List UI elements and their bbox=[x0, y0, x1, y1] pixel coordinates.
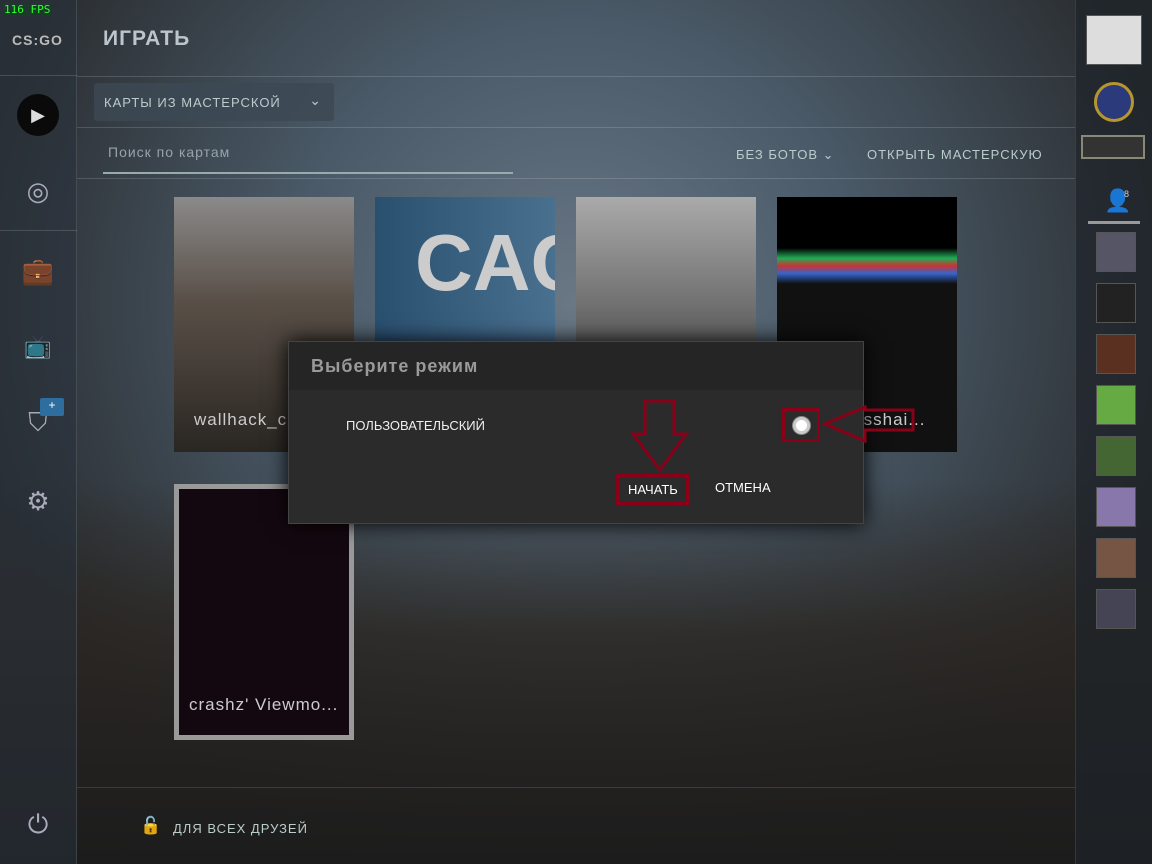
user-avatar[interactable] bbox=[1086, 15, 1142, 65]
friend-avatar[interactable] bbox=[1096, 538, 1136, 578]
right-sidebar: 👤 8 bbox=[1075, 0, 1152, 864]
arrow-left-annotation bbox=[821, 404, 915, 444]
medal-icon bbox=[1081, 135, 1145, 159]
annotation-arrows bbox=[630, 399, 915, 473]
friend-avatar[interactable] bbox=[1096, 589, 1136, 629]
friend-avatar[interactable] bbox=[1096, 283, 1136, 323]
privacy-setting[interactable]: ДЛЯ ВСЕХ ДРУЗЕЙ bbox=[173, 821, 308, 836]
friend-avatar[interactable] bbox=[1096, 232, 1136, 272]
lock-icon[interactable]: 🔓 bbox=[140, 816, 161, 836]
rank-icon bbox=[1094, 82, 1134, 122]
friend-avatar[interactable] bbox=[1096, 436, 1136, 476]
friends-count: 8 bbox=[1124, 189, 1130, 199]
arrow-down-annotation bbox=[630, 399, 689, 473]
friend-avatar[interactable] bbox=[1096, 487, 1136, 527]
friend-avatar[interactable] bbox=[1096, 334, 1136, 374]
friend-avatar[interactable] bbox=[1096, 385, 1136, 425]
